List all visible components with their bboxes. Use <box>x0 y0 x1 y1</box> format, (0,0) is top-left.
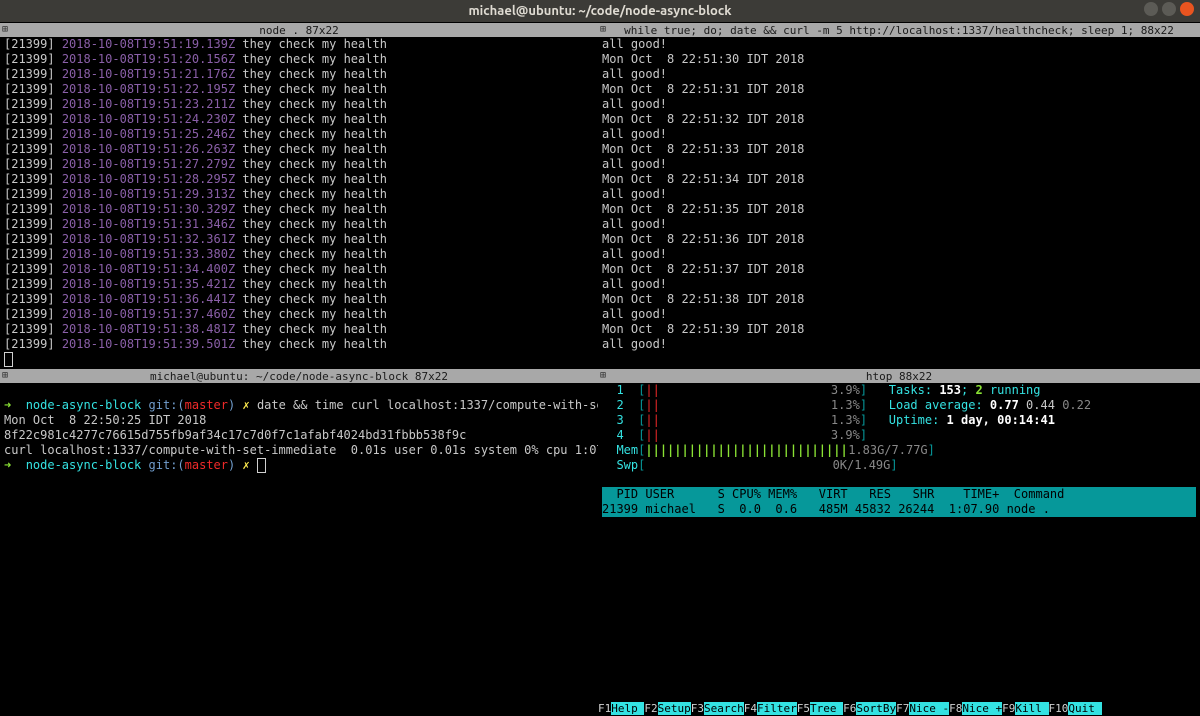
log-line: [21399] 2018-10-08T19:51:31.346Z they ch… <box>4 217 594 232</box>
fkey-action[interactable]: Tree <box>810 702 843 715</box>
output-line: Mon Oct 8 22:51:38 IDT 2018 <box>602 292 1196 307</box>
log-line: [21399] 2018-10-08T19:51:19.139Z they ch… <box>4 37 594 52</box>
log-line: [21399] 2018-10-08T19:51:34.400Z they ch… <box>4 262 594 277</box>
log-line: [21399] 2018-10-08T19:51:32.361Z they ch… <box>4 232 594 247</box>
window-titlebar: michael@ubuntu: ~/code/node-async-block <box>0 0 1200 22</box>
pane-header: ⊞ michael@ubuntu: ~/code/node-async-bloc… <box>0 369 598 383</box>
pane-title: node . 87x22 <box>259 24 338 37</box>
htop-cpu-row: 2 [||1.3%] Load average: 0.77 0.44 0.22 <box>602 398 1196 413</box>
fkey-action[interactable]: Nice + <box>962 702 1002 715</box>
fkey-action[interactable]: Filter <box>757 702 797 715</box>
log-line: [21399] 2018-10-08T19:51:24.230Z they ch… <box>4 112 594 127</box>
output-line: Mon Oct 8 22:51:39 IDT 2018 <box>602 322 1196 337</box>
output-line: all good! <box>602 217 1196 232</box>
output-line: all good! <box>602 157 1196 172</box>
fkey-action[interactable]: Kill <box>1015 702 1048 715</box>
htop-output[interactable]: 1 [||3.9%] Tasks: 153; 2 running 2 [||1.… <box>598 383 1200 716</box>
pane-handle-icon[interactable]: ⊞ <box>600 370 606 381</box>
log-line: [21399] 2018-10-08T19:51:36.441Z they ch… <box>4 292 594 307</box>
log-line: [21399] 2018-10-08T19:51:39.501Z they ch… <box>4 337 594 352</box>
fkey-label: F1 <box>598 702 611 715</box>
fkey-label: F3 <box>691 702 704 715</box>
terminal-output[interactable]: ➜ node-async-block git:(master) ✗ date &… <box>0 383 598 473</box>
fkey-action[interactable]: Quit <box>1068 702 1101 715</box>
pane-title: while true; do; date && curl -m 5 http:/… <box>624 24 1174 37</box>
log-line: [21399] 2018-10-08T19:51:29.313Z they ch… <box>4 187 594 202</box>
log-line: [21399] 2018-10-08T19:51:28.295Z they ch… <box>4 172 594 187</box>
fkey-label: F10 <box>1049 702 1069 715</box>
log-line: [21399] 2018-10-08T19:51:33.380Z they ch… <box>4 247 594 262</box>
fkey-label: F8 <box>949 702 962 715</box>
htop-function-keys: F1Help F2SetupF3SearchF4FilterF5Tree F6S… <box>598 702 1200 716</box>
htop-mem-row: Mem[||||||||||||||||||||||||||||1.83G/7.… <box>602 443 1196 458</box>
pane-handle-icon[interactable]: ⊞ <box>600 24 606 35</box>
output-line: all good! <box>602 67 1196 82</box>
log-line: [21399] 2018-10-08T19:51:20.156Z they ch… <box>4 52 594 67</box>
output-line: Mon Oct 8 22:51:30 IDT 2018 <box>602 52 1196 67</box>
output-line: Mon Oct 8 22:51:37 IDT 2018 <box>602 262 1196 277</box>
output-line: all good! <box>602 37 1196 52</box>
htop-process-row[interactable]: 21399 michael S 0.0 0.6 485M 45832 26244… <box>602 502 1196 517</box>
log-line: [21399] 2018-10-08T19:51:37.460Z they ch… <box>4 307 594 322</box>
pane-shell[interactable]: ⊞ michael@ubuntu: ~/code/node-async-bloc… <box>0 368 598 716</box>
output-line: Mon Oct 8 22:51:35 IDT 2018 <box>602 202 1196 217</box>
fkey-label: F5 <box>797 702 810 715</box>
log-line: [21399] 2018-10-08T19:51:26.263Z they ch… <box>4 142 594 157</box>
maximize-icon[interactable] <box>1162 2 1176 16</box>
output-line: Mon Oct 8 22:51:32 IDT 2018 <box>602 112 1196 127</box>
log-line: [21399] 2018-10-08T19:51:25.246Z they ch… <box>4 127 594 142</box>
fkey-label: F7 <box>896 702 909 715</box>
pane-header: ⊞ while true; do; date && curl -m 5 http… <box>598 23 1200 37</box>
htop-header[interactable]: PID USER S CPU% MEM% VIRT RES SHR TIME+ … <box>602 487 1196 502</box>
htop-cpu-row: 3 [||1.3%] Uptime: 1 day, 00:14:41 <box>602 413 1196 428</box>
output-line: Mon Oct 8 22:51:36 IDT 2018 <box>602 232 1196 247</box>
output-line: all good! <box>602 277 1196 292</box>
terminal-output[interactable]: all good!Mon Oct 8 22:51:30 IDT 2018all … <box>598 37 1200 352</box>
terminal-output[interactable]: [21399] 2018-10-08T19:51:19.139Z they ch… <box>0 37 598 367</box>
output-line: Mon Oct 8 22:51:33 IDT 2018 <box>602 142 1196 157</box>
fkey-label: F4 <box>744 702 757 715</box>
fkey-label: F9 <box>1002 702 1015 715</box>
output-line: all good! <box>602 247 1196 262</box>
pane-handle-icon[interactable]: ⊞ <box>2 370 8 381</box>
output-line: all good! <box>602 307 1196 322</box>
htop-swp-row: Swp[0K/1.49G] <box>602 458 1196 473</box>
pane-handle-icon[interactable]: ⊞ <box>2 24 8 35</box>
log-line: [21399] 2018-10-08T19:51:22.195Z they ch… <box>4 82 594 97</box>
output-line: all good! <box>602 97 1196 112</box>
fkey-action[interactable]: SortBy <box>856 702 896 715</box>
close-icon[interactable] <box>1180 2 1194 16</box>
pane-header: ⊞ node . 87x22 <box>0 23 598 37</box>
pane-header: ⊞ htop 88x22 <box>598 369 1200 383</box>
fkey-action[interactable]: Nice - <box>909 702 949 715</box>
cursor-icon <box>257 458 266 473</box>
log-line: [21399] 2018-10-08T19:51:35.421Z they ch… <box>4 277 594 292</box>
pane-title: htop 88x22 <box>866 370 932 383</box>
fkey-action[interactable]: Search <box>704 702 744 715</box>
output-line: Mon Oct 8 22:51:31 IDT 2018 <box>602 82 1196 97</box>
htop-cpu-row: 1 [||3.9%] Tasks: 153; 2 running <box>602 383 1196 398</box>
pane-node-log[interactable]: ⊞ node . 87x22 [21399] 2018-10-08T19:51:… <box>0 22 598 368</box>
pane-title: michael@ubuntu: ~/code/node-async-block … <box>150 370 448 383</box>
minimize-icon[interactable] <box>1144 2 1158 16</box>
window-title: michael@ubuntu: ~/code/node-async-block <box>468 4 731 18</box>
log-line: [21399] 2018-10-08T19:51:27.279Z they ch… <box>4 157 594 172</box>
fkey-action[interactable]: Help <box>611 702 644 715</box>
output-line: all good! <box>602 337 1196 352</box>
htop-cpu-row: 4 [||3.9%] <box>602 428 1196 443</box>
log-line: [21399] 2018-10-08T19:51:21.176Z they ch… <box>4 67 594 82</box>
log-line: [21399] 2018-10-08T19:51:23.211Z they ch… <box>4 97 594 112</box>
log-line: [21399] 2018-10-08T19:51:30.329Z they ch… <box>4 202 594 217</box>
fkey-action[interactable]: Setup <box>658 702 691 715</box>
log-line: [21399] 2018-10-08T19:51:38.481Z they ch… <box>4 322 594 337</box>
fkey-label: F2 <box>644 702 657 715</box>
pane-htop[interactable]: ⊞ htop 88x22 1 [||3.9%] Tasks: 153; 2 ru… <box>598 368 1200 716</box>
pane-curl-loop[interactable]: ⊞ while true; do; date && curl -m 5 http… <box>598 22 1200 368</box>
fkey-label: F6 <box>843 702 856 715</box>
output-line: Mon Oct 8 22:51:34 IDT 2018 <box>602 172 1196 187</box>
output-line: all good! <box>602 187 1196 202</box>
output-line: all good! <box>602 127 1196 142</box>
